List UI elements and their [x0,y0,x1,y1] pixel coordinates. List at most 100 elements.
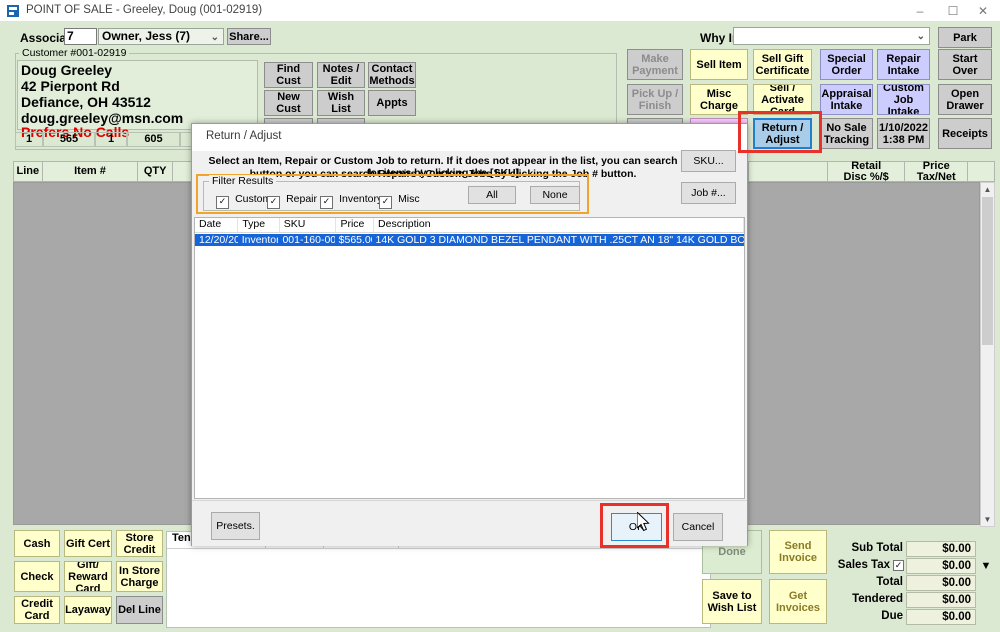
customer-name: Doug Greeley [21,62,112,78]
appts-button[interactable]: Appts [368,90,416,116]
filter-misc-checkbox[interactable]: ✓ Misc [379,193,420,209]
sales-tax-dropdown-icon[interactable]: ▼ [978,558,994,574]
check-button[interactable]: Check [14,561,60,592]
list-col-description: Description [374,218,744,232]
filter-inventory-checkbox[interactable]: ✓ Inventory [320,193,382,209]
filter-none-button[interactable]: None [530,186,580,204]
window-title-bar: POINT OF SALE - Greeley, Doug (001-02919… [0,0,1000,22]
tendered-value: $0.00 [906,592,976,608]
share-button[interactable]: Share... [227,28,271,45]
gift-reward-card-button[interactable]: Gift/ Reward Card [64,561,112,592]
filter-inventory-label: Inventory [339,193,382,205]
associate-id-input[interactable]: 7 [64,28,97,45]
list-cell-price: $565.00 [335,234,372,246]
credit-card-button[interactable]: Credit Card [14,596,60,624]
checkbox-icon: ✓ [379,196,392,209]
gift-cert-button[interactable]: Gift Cert [64,530,112,557]
associate-select[interactable]: Owner, Jess (7) ⌄ [98,28,224,45]
associate-select-value: Owner, Jess (7) [102,29,190,43]
customer-group-label: Customer #001-02919 [19,47,129,59]
notes-edit-button[interactable]: Notes / Edit [317,62,365,88]
start-over-button[interactable]: Start Over [938,49,992,80]
new-cust-button[interactable]: New Cust [264,90,313,116]
grid-col-9 [749,161,828,182]
layaway-button[interactable]: Layaway [64,596,112,624]
filter-results-legend: Filter Results [209,175,276,187]
grid-col-price-line2: Tax/Net [917,172,956,183]
due-label: Due [820,610,903,622]
del-line-button[interactable]: Del Line [116,596,163,624]
app-icon [7,5,19,17]
filter-repair-label: Repair [286,193,317,205]
cash-button[interactable]: Cash [14,530,60,557]
due-value: $0.00 [906,609,976,625]
job-number-button[interactable]: Job #... [681,182,736,204]
sell-item-button[interactable]: Sell Item [690,49,748,80]
customer-stats-row: 1 565 1 605 6 [15,132,191,147]
list-col-type: Type [238,218,279,232]
find-cust-button[interactable]: Find Cust [264,62,313,88]
checkbox-icon: ✓ [320,196,333,209]
filter-custom-checkbox[interactable]: ✓ Custom [216,193,271,209]
results-list[interactable]: Date Type SKU Price Description 12/20/20… [194,217,745,499]
grid-col-last [968,161,995,182]
cancel-button[interactable]: Cancel [673,513,723,541]
maximize-button[interactable]: ☐ [938,0,968,22]
receipts-button[interactable]: Receipts [938,118,992,149]
list-cell-sku: 001-160-00097 [278,234,334,246]
filter-all-button[interactable]: All [468,186,516,204]
list-cell-date: 12/20/2003 [195,234,238,246]
sell-gift-certificate-button[interactable]: Sell Gift Certificate [753,49,812,80]
in-store-charge-button[interactable]: In Store Charge [116,561,163,592]
return-adjust-dialog: Return / Adjust Select an Item, Repair o… [191,123,748,546]
no-sale-tracking-button[interactable]: No Sale Tracking [820,118,873,149]
filter-repair-checkbox[interactable]: ✓ Repair [267,193,317,209]
datetime-button[interactable]: 1/10/2022 1:38 PM [877,118,930,149]
save-to-wish-list-button[interactable]: Save to Wish List [702,579,762,624]
grid-col-line: Line [13,161,43,182]
sales-tax-value: $0.00 [906,558,976,574]
results-list-header: Date Type SKU Price Description [195,218,744,233]
get-invoices-button[interactable]: Get Invoices [769,579,827,624]
list-item[interactable]: 12/20/2003 Inventory 001-160-00097 $565.… [195,234,744,246]
close-button[interactable]: ✕ [968,0,998,22]
minimize-button[interactable]: – [905,0,935,22]
filter-custom-label: Custom [235,193,271,205]
contact-methods-button[interactable]: Contact Methods [368,62,416,88]
store-credit-button[interactable]: Store Credit [116,530,163,557]
customer-address-line1: 42 Pierpont Rd [21,78,120,94]
repair-intake-button[interactable]: Repair Intake [877,49,930,80]
chevron-down-icon: ⌄ [211,30,219,45]
grid-col-retail: Retail Disc %/$ [828,161,905,182]
mouse-cursor [637,512,653,534]
customer-stat: 1 [95,132,127,147]
scroll-up-icon[interactable]: ▲ [981,183,994,196]
scrollbar-thumb[interactable] [982,197,993,345]
custom-job-intake-button[interactable]: Custom Job Intake [877,84,930,115]
pick-up-finish-button[interactable]: Pick Up / Finish [627,84,683,115]
park-button[interactable]: Park [938,27,992,48]
chevron-down-icon: ⌄ [917,29,925,44]
make-payment-button[interactable]: Make Payment [627,49,683,80]
return-adjust-highlight [738,111,822,153]
customer-address-line2: Defiance, OH 43512 [21,94,151,110]
special-order-button[interactable]: Special Order [820,49,873,80]
wish-list-button[interactable]: Wish List [317,90,365,116]
presets-button[interactable]: Presets. [211,512,260,540]
sales-tax-label: Sales Tax [800,559,890,571]
grid-col-retail-line1: Retail [851,161,881,172]
sku-button[interactable]: SKU... [681,150,736,172]
list-col-date: Date [195,218,238,232]
dialog-title-bar: Return / Adjust [192,124,747,151]
appraisal-intake-button[interactable]: Appraisal Intake [820,84,873,115]
sales-tax-checkbox[interactable]: ✓ [893,560,904,571]
why-in-select[interactable]: ⌄ [733,27,930,45]
checkbox-icon: ✓ [267,196,280,209]
total-label: Total [820,576,903,588]
checkbox-icon: ✓ [216,196,229,209]
sub-total-value: $0.00 [906,541,976,557]
item-grid-scrollbar[interactable]: ▲ ▼ [980,182,995,527]
scroll-down-icon[interactable]: ▼ [981,513,994,526]
ok-button-highlight [600,503,669,548]
open-drawer-button[interactable]: Open Drawer [938,84,992,115]
